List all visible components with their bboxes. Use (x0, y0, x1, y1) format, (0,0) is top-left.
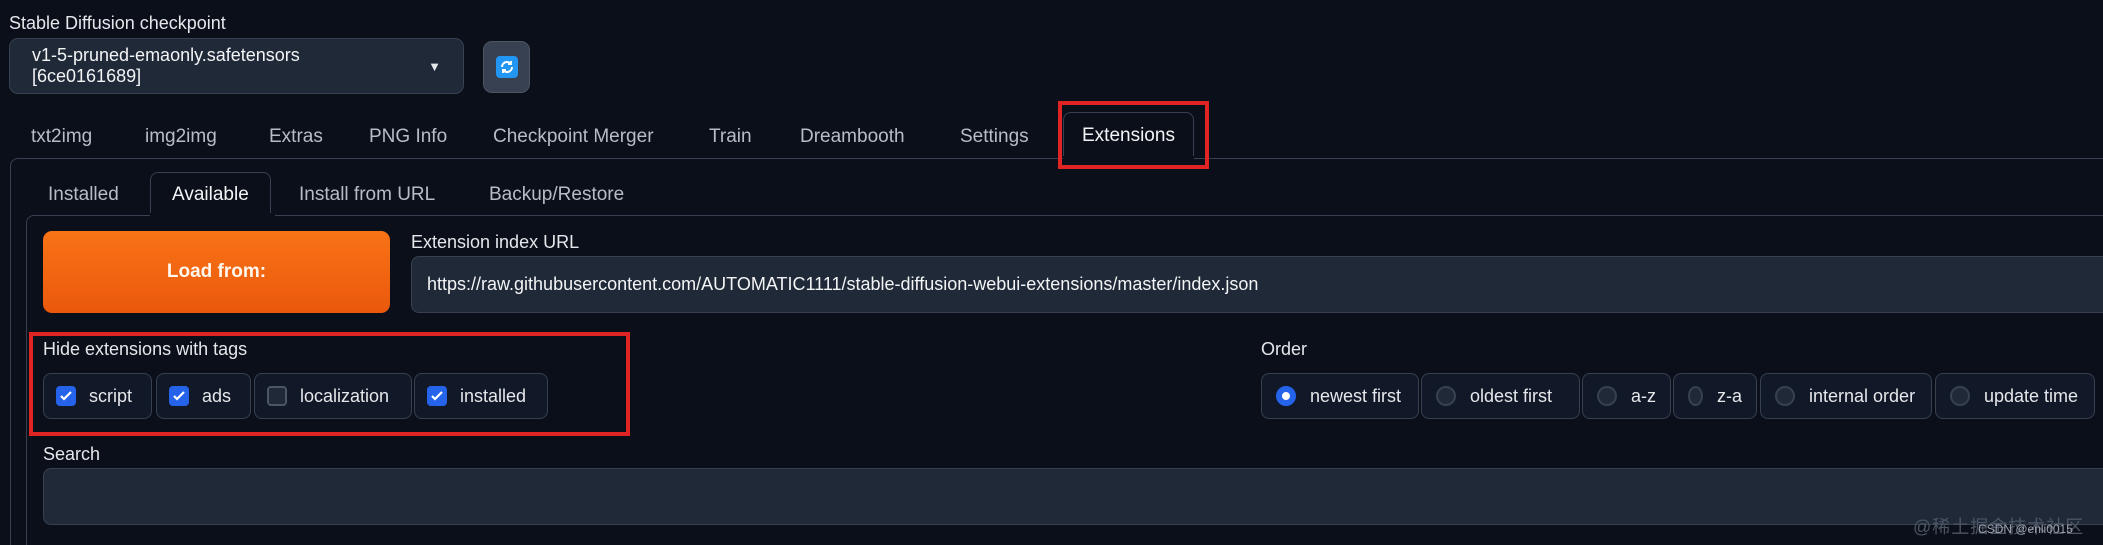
radio-unselected-icon (1950, 386, 1970, 406)
radio-unselected-icon (1597, 386, 1617, 406)
watermark-csdn: CSDN @enli0015 (1978, 522, 2073, 536)
checkpoint-label: Stable Diffusion checkpoint (9, 13, 226, 33)
tab-dreambooth[interactable]: Dreambooth (800, 116, 905, 158)
extension-index-url-label: Extension index URL (411, 232, 580, 252)
order-option-label: a-z (1630, 385, 1656, 406)
order-label: Order (1261, 339, 1308, 359)
radio-unselected-icon (1436, 386, 1456, 406)
radio-selected-icon (1276, 386, 1296, 406)
subtab-connector (150, 213, 275, 217)
highlight-hide-tags (29, 332, 630, 436)
checkpoint-dropdown[interactable]: v1-5-pruned-emaonly.safetensors [6ce0161… (9, 38, 464, 94)
refresh-icon (495, 56, 518, 78)
search-label: Search (43, 444, 101, 464)
checkpoint-value: v1-5-pruned-emaonly.safetensors [6ce0161… (32, 45, 300, 86)
order-option-label: z-a (1716, 385, 1742, 406)
order-z-a[interactable]: z-a (1673, 373, 1757, 419)
subtab-installed[interactable]: Installed (48, 174, 119, 216)
order-option-label: oldest first (1470, 385, 1553, 406)
radio-unselected-icon (1775, 386, 1795, 406)
tab-checkpoint-merger[interactable]: Checkpoint Merger (493, 116, 654, 158)
subtab-backup-restore[interactable]: Backup/Restore (489, 174, 624, 216)
order-update-time[interactable]: update time (1935, 373, 2095, 419)
extensions-page: Stable Diffusion checkpoint v1-5-pruned-… (0, 0, 2103, 545)
tab-settings[interactable]: Settings (960, 116, 1029, 158)
order-internal-order[interactable]: internal order (1760, 373, 1932, 419)
subtab-install-from-url[interactable]: Install from URL (299, 174, 435, 216)
order-option-label: internal order (1809, 385, 1916, 406)
order-a-z[interactable]: a-z (1582, 373, 1671, 419)
highlight-extensions-tab (1058, 101, 1209, 169)
subtab-available[interactable]: Available (150, 172, 271, 216)
search-input[interactable] (43, 468, 2103, 525)
refresh-checkpoint-button[interactable] (483, 41, 530, 93)
load-from-button[interactable]: Load from: (43, 231, 390, 313)
tab-extras[interactable]: Extras (269, 116, 323, 158)
order-oldest-first[interactable]: oldest first (1421, 373, 1580, 419)
order-newest-first[interactable]: newest first (1261, 373, 1419, 419)
order-option-label: newest first (1310, 385, 1402, 406)
tab-train[interactable]: Train (709, 116, 752, 158)
extension-index-url-input[interactable]: https://raw.githubusercontent.com/AUTOMA… (411, 256, 2103, 313)
tab-png-info[interactable]: PNG Info (369, 116, 447, 158)
chevron-down-icon: ▼ (428, 58, 441, 74)
tab-img2img[interactable]: img2img (145, 116, 217, 158)
radio-unselected-icon (1688, 386, 1703, 406)
extension-index-url-value: https://raw.githubusercontent.com/AUTOMA… (427, 274, 1259, 294)
tab-txt2img[interactable]: txt2img (31, 116, 92, 158)
order-option-label: update time (1984, 385, 2079, 406)
